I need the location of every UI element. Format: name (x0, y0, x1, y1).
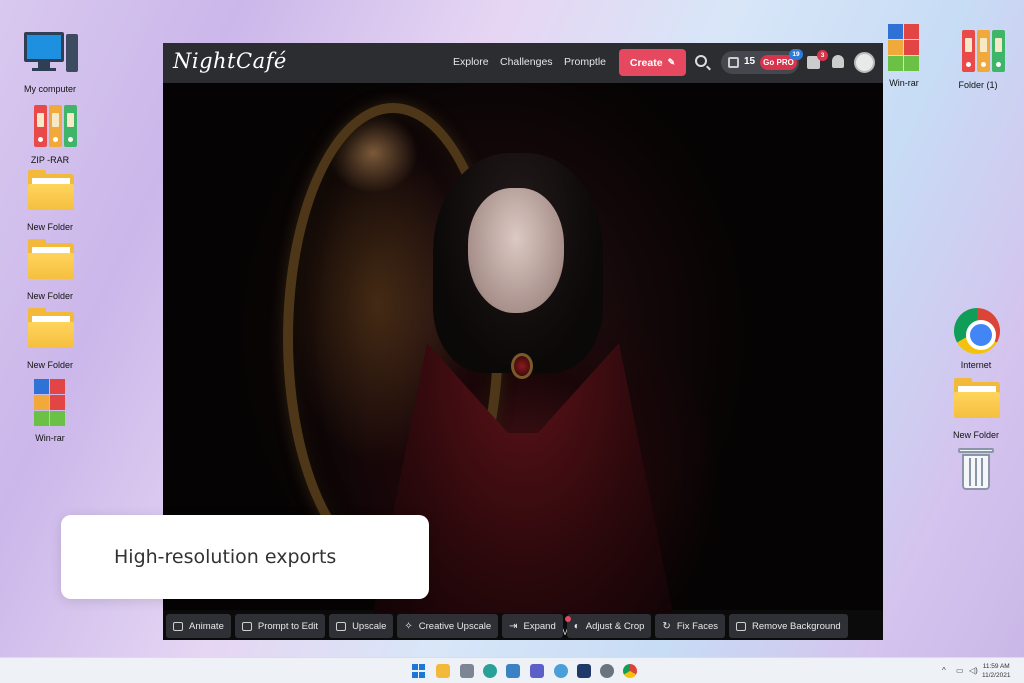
action-label: Fix Faces (676, 620, 718, 632)
desktop-icon-internet[interactable]: Internet (936, 302, 1016, 370)
desktop-icon-new-folder-right[interactable]: New Folder (936, 372, 1016, 440)
camera-icon[interactable] (460, 664, 474, 678)
desktop-icon-zip-rar[interactable]: ZIP -RAR (10, 97, 90, 165)
fix-faces-button[interactable]: ↻ Fix Faces (655, 614, 725, 638)
desktop-icon-new-folder-1[interactable]: New Folder (10, 164, 90, 232)
computer-icon (22, 26, 78, 82)
archive-binders-icon (22, 97, 78, 153)
folder-icon (948, 372, 1004, 428)
desktop-icon-label: My computer (23, 84, 76, 94)
settings-gear-icon[interactable] (600, 664, 614, 678)
desktop-icon-label: New Folder (952, 430, 999, 440)
chevron-up-icon[interactable]: ^ (942, 666, 946, 675)
nightcafe-logo[interactable]: NightCafé (173, 49, 287, 73)
windows-start-icon[interactable] (412, 664, 426, 678)
refresh-icon: ↻ (662, 620, 671, 632)
desktop-icon-recycle-bin[interactable] (936, 442, 1016, 500)
callout-text: High-resolution exports (114, 546, 337, 568)
nav-challenges[interactable]: Challenges (500, 56, 553, 68)
action-label: Adjust & Crop (585, 620, 645, 632)
artwork-face (468, 188, 564, 313)
upscale-icon (336, 621, 347, 631)
volume-icon[interactable]: ◁) (969, 666, 978, 675)
notifications-bell-icon[interactable] (832, 55, 844, 68)
desktop-icon-label: New Folder (26, 291, 73, 301)
dice-badge: 3 (817, 50, 828, 61)
desktop-icon-my-computer[interactable]: My computer (10, 26, 90, 94)
action-label: Creative Upscale (418, 620, 492, 632)
desktop-icon-label: New Folder (26, 222, 73, 232)
file-explorer-icon[interactable] (436, 664, 450, 678)
action-label: Prompt to Edit (257, 620, 319, 632)
adjust-icon: ◐ (573, 620, 580, 632)
winrar-icon (876, 20, 932, 76)
new-dot (564, 616, 571, 622)
magic-wand-icon: ✧ (404, 620, 413, 632)
expand-button[interactable]: ⇥ Expand (502, 614, 563, 638)
create-button-label: Create (629, 56, 663, 69)
desktop-icon-label: New Folder (26, 360, 73, 370)
archive-binders-icon (950, 22, 1006, 78)
animate-button[interactable]: Animate (166, 614, 231, 638)
teams-icon[interactable] (530, 664, 544, 678)
edge-icon[interactable] (483, 664, 497, 678)
store-icon[interactable] (506, 664, 520, 678)
nav-explore[interactable]: Explore (453, 56, 489, 68)
creative-upscale-button[interactable]: ✧ Creative Upscale (397, 614, 499, 638)
desktop-icon-win-rar[interactable]: Win-rar (10, 375, 90, 443)
taskbar: ^ ▭ ◁) 11:59 AM 11/2/2021 (0, 657, 1024, 683)
folder-icon (22, 233, 78, 289)
winrar-icon (22, 375, 78, 431)
folder-icon (22, 164, 78, 220)
remove-background-button[interactable]: Remove Background (729, 614, 848, 638)
maps-icon[interactable] (554, 664, 568, 678)
image-icon (736, 621, 746, 631)
create-button[interactable]: Create ✎ (619, 49, 686, 76)
credits-icon (728, 57, 739, 68)
pencil-icon: ✎ (667, 57, 676, 67)
clock-date: 11/2/2021 (982, 672, 1011, 679)
adjust-crop-button[interactable]: ◐ Adjust & Crop (564, 614, 652, 638)
go-pro-badge: 19 (789, 49, 803, 60)
desktop-icon-new-folder-2[interactable]: New Folder (10, 233, 90, 301)
video-icon (173, 621, 183, 631)
artwork-brooch (511, 353, 533, 379)
system-clock[interactable]: 11:59 AM 11/2/2021 (982, 662, 1010, 680)
nav-promptle[interactable]: Promptle (564, 56, 606, 68)
action-label: Animate (189, 620, 224, 632)
network-icon[interactable]: ▭ (956, 666, 964, 675)
feature-callout: High-resolution exports (61, 515, 429, 599)
folder-icon (22, 302, 78, 358)
desktop-icon-folder-1[interactable]: Folder (1) (938, 22, 1018, 90)
app-icon[interactable] (577, 664, 591, 678)
chrome-icon (948, 302, 1004, 358)
desktop-icon-new-folder-3[interactable]: New Folder (10, 302, 90, 370)
chrome-taskbar-icon[interactable] (623, 664, 637, 678)
credits-pill[interactable]: 15 Go PRO (721, 51, 799, 74)
clock-time: 11:59 AM (982, 663, 1010, 670)
desktop-icon-label: Win-rar (35, 433, 65, 443)
desktop-icon-label: Internet (960, 360, 992, 370)
edit-icon (241, 621, 252, 631)
action-label: Upscale (352, 620, 387, 632)
prompt-to-edit-button[interactable]: Prompt to Edit (234, 614, 326, 638)
avatar[interactable] (854, 52, 875, 73)
upscale-button[interactable]: Upscale (329, 614, 394, 638)
search-icon[interactable] (695, 55, 707, 67)
action-label: Expand (523, 620, 556, 632)
credits-count: 15 (744, 56, 756, 67)
desktop-icon-label: Folder (1) (958, 80, 998, 90)
trash-icon (948, 442, 1004, 498)
action-label: Remove Background (752, 620, 841, 632)
expand-icon: ⇥ (509, 620, 518, 632)
top-navigation-bar: NightCafé Explore Challenges Promptle Cr… (163, 43, 883, 83)
action-bar: Animate Prompt to Edit Upscale ✧ Creative… (163, 612, 883, 640)
